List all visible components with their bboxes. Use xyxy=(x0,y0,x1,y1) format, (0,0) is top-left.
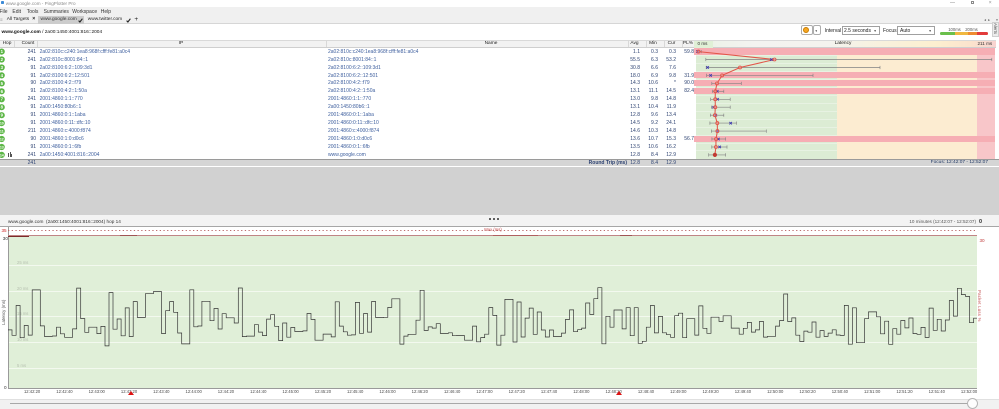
svg-text:12: 12 xyxy=(0,138,4,142)
svg-text:11: 11 xyxy=(0,130,4,134)
svg-text:14: 14 xyxy=(0,153,4,157)
svg-text:10: 10 xyxy=(0,122,4,126)
svg-text:13: 13 xyxy=(0,145,4,149)
